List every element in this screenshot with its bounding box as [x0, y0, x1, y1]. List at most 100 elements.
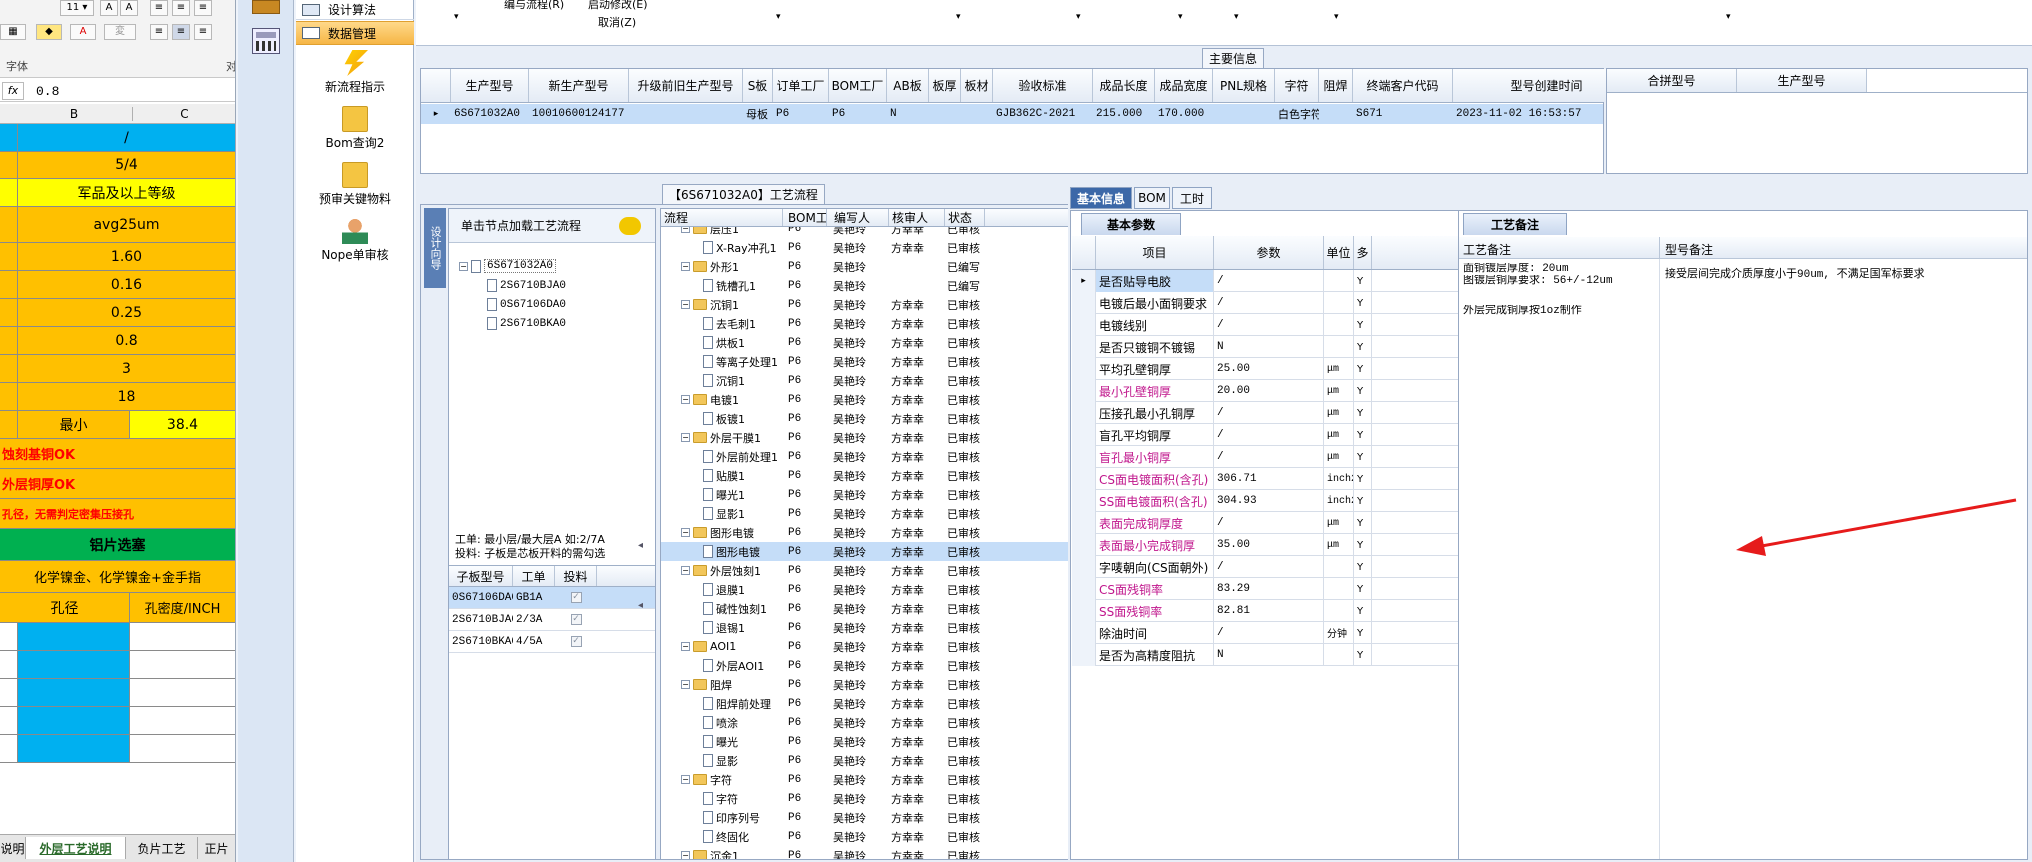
toolbar-item-3[interactable]: 取消(Z): [598, 14, 636, 30]
nav-item-2[interactable]: 预审关键物料: [296, 162, 414, 207]
main-info-column-header[interactable]: 字符: [1275, 69, 1319, 102]
excel-cell[interactable]: [18, 707, 130, 734]
main-info-column-header[interactable]: 升级前旧生产型号: [629, 69, 743, 102]
main-info-cell[interactable]: 215.000: [1093, 104, 1155, 124]
col-header-c[interactable]: C: [132, 107, 235, 121]
row-header-cell[interactable]: [0, 383, 18, 410]
param-row[interactable]: 盲孔最小铜厚 / μm Y: [1072, 446, 1458, 468]
row-header-cell[interactable]: [0, 327, 18, 354]
excel-cell[interactable]: [130, 679, 235, 706]
grow-font-icon[interactable]: A: [100, 0, 118, 16]
param-row[interactable]: ▸ 是否贴导电胶 / Y: [1072, 270, 1458, 292]
main-info-cell[interactable]: GJB362C-2021: [993, 104, 1093, 124]
excel-cell[interactable]: [130, 707, 235, 734]
excel-section-cell[interactable]: 化学镍金、化学镍金+金手指: [0, 561, 235, 592]
main-info-cell[interactable]: N: [887, 104, 929, 124]
param-value[interactable]: 25.00: [1214, 358, 1324, 380]
chat-bubble-icon[interactable]: [619, 217, 641, 235]
excel-cell[interactable]: [18, 623, 130, 650]
main-info-column-header[interactable]: 订单工厂: [773, 69, 829, 102]
main-info-cell[interactable]: P6: [773, 104, 829, 124]
main-info-cell[interactable]: [1319, 104, 1353, 124]
collapse-icon[interactable]: −: [681, 680, 690, 689]
design-wizard-side-tab[interactable]: 设计向导: [424, 208, 446, 288]
feed-checkbox[interactable]: ✓: [570, 614, 582, 625]
tab-basic-params[interactable]: 基本参数: [1081, 213, 1181, 235]
row-header-cell[interactable]: [0, 124, 18, 151]
row-header-cell[interactable]: [0, 271, 18, 298]
sheet-tab-2[interactable]: 负片工艺: [126, 837, 198, 859]
collapse-icon[interactable]: −: [681, 433, 690, 442]
row-header-cell[interactable]: [0, 623, 18, 650]
param-value[interactable]: /: [1214, 292, 1324, 314]
row-header-cell[interactable]: [0, 243, 18, 270]
flow-column-header[interactable]: 编写人: [831, 209, 889, 226]
main-info-column-header[interactable]: 成品长度: [1093, 69, 1155, 102]
toolbar-item-2[interactable]: 启动修改(E): [588, 0, 648, 12]
excel-cell-b[interactable]: 军品及以上等级: [18, 179, 235, 206]
param-row[interactable]: 平均孔壁铜厚 25.00 μm Y: [1072, 358, 1458, 380]
excel-cell[interactable]: [130, 651, 235, 678]
main-info-column-header[interactable]: 验收标准: [993, 69, 1093, 102]
dropdown-arrow-icon[interactable]: ▾: [1726, 12, 1731, 22]
param-column-header[interactable]: 多: [1354, 236, 1372, 269]
excel-cell-b[interactable]: 5/4: [18, 152, 235, 178]
param-row[interactable]: 最小孔壁铜厚 20.00 μm Y: [1072, 380, 1458, 402]
excel-note-cell[interactable]: 蚀刻基铜OK: [0, 439, 235, 468]
sub-board-column-header[interactable]: 工单: [513, 566, 555, 586]
dropdown-arrow-icon[interactable]: ▾: [1334, 12, 1339, 22]
phonetic-icon[interactable]: 変: [104, 24, 136, 40]
col-header-b[interactable]: B: [18, 107, 130, 121]
excel-cell-c[interactable]: 38.4: [130, 411, 235, 438]
align-right-2-icon[interactable]: ≡: [194, 24, 212, 40]
main-info-data-row[interactable]: ▸ 6S671032A0 10010600124177 母板 P6 P6 N GJB362C-…: [421, 104, 1603, 124]
align-center-icon[interactable]: ≡: [172, 0, 190, 16]
collapse-icon[interactable]: −: [681, 775, 690, 784]
param-column-header[interactable]: 单位: [1324, 236, 1354, 269]
param-value[interactable]: /: [1214, 314, 1324, 336]
param-row[interactable]: 电镀后最小面铜要求 / Y: [1072, 292, 1458, 314]
main-info-column-header[interactable]: 新生产型号: [529, 69, 629, 102]
param-value[interactable]: 82.81: [1214, 600, 1324, 622]
flow-column-header[interactable]: BOM工厂: [785, 209, 827, 226]
main-info-cell[interactable]: P6: [829, 104, 887, 124]
excel-cell[interactable]: [130, 735, 235, 762]
excel-cell-b[interactable]: 18: [18, 383, 235, 410]
param-row[interactable]: 盲孔平均铜厚 / μm Y: [1072, 424, 1458, 446]
fx-icon[interactable]: fx: [2, 82, 24, 100]
nav-item-0[interactable]: 新流程指示: [296, 50, 414, 95]
param-value[interactable]: 83.29: [1214, 578, 1324, 600]
param-row[interactable]: 除油时间 / 分钟 Y: [1072, 622, 1458, 644]
param-value[interactable]: /: [1214, 446, 1324, 468]
flow-column-header[interactable]: 流程: [661, 209, 783, 226]
collapse-icon[interactable]: −: [681, 566, 690, 575]
sub-board-row[interactable]: 2S6710BJA0 2/3A ✓: [449, 609, 655, 631]
param-value[interactable]: 306.71: [1214, 468, 1324, 490]
param-value[interactable]: N: [1214, 644, 1324, 666]
main-info-cell[interactable]: [629, 104, 743, 124]
excel-cell-b[interactable]: 0.16: [18, 271, 235, 298]
main-info-cell[interactable]: 10010600124177: [529, 104, 629, 124]
param-row[interactable]: CS面电镀面积(含孔)306.71inch2Y: [1072, 468, 1458, 490]
main-info-column-header[interactable]: S板: [743, 69, 773, 102]
collapse-icon[interactable]: −: [681, 528, 690, 537]
sheet-tab-0[interactable]: 说明: [0, 837, 26, 859]
align-left-2-icon[interactable]: ≡: [150, 24, 168, 40]
excel-hdr-hole[interactable]: 孔径: [0, 593, 130, 622]
font-color-icon[interactable]: A: [70, 24, 96, 40]
main-info-column-header[interactable]: 板厚: [929, 69, 961, 102]
param-column-header[interactable]: 项目: [1096, 236, 1214, 269]
excel-cell-b[interactable]: avg25um: [18, 207, 235, 242]
sub-board-column-header[interactable]: 子板型号: [449, 566, 513, 586]
param-row[interactable]: 是否只镀铜不镀锡 N Y: [1072, 336, 1458, 358]
align-center-2-icon[interactable]: ≡: [172, 24, 190, 40]
param-row[interactable]: SS面残铜率 82.81 Y: [1072, 600, 1458, 622]
param-row[interactable]: 电镀线别 / Y: [1072, 314, 1458, 336]
borders-icon[interactable]: ▦: [0, 24, 26, 40]
dropdown-arrow-icon[interactable]: ▾: [1076, 12, 1081, 22]
tab-basic-1[interactable]: BOM: [1134, 187, 1170, 209]
collapse-icon[interactable]: −: [681, 395, 690, 404]
main-info-column-header[interactable]: 生产型号: [451, 69, 529, 102]
sub-board-row[interactable]: 0S67106DA0 GB1A ✓: [449, 587, 655, 609]
excel-cell-b[interactable]: 最小: [18, 411, 130, 438]
